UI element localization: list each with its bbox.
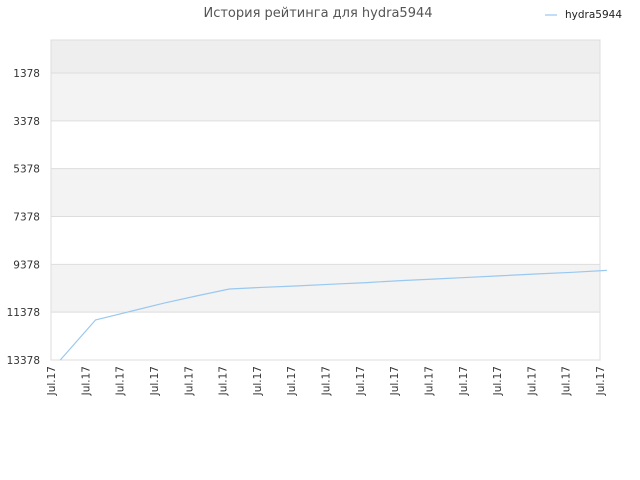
plot-band (51, 40, 600, 73)
x-tick-label: Jul.17 (252, 366, 264, 396)
y-tick-label: 1378 (13, 68, 40, 80)
y-tick-label: 3378 (13, 116, 40, 128)
legend-label: hydra5944 (565, 9, 622, 21)
plot-band (51, 264, 600, 313)
x-tick-label: Jul.17 (458, 366, 470, 396)
x-axis-ticks: Jul.17 Jul.17 Jul.17 Jul.17 Jul.17 Jul.17 Jul.… (46, 366, 607, 396)
x-tick-label: Jul.17 (595, 366, 607, 396)
x-tick-label: Jul.17 (561, 366, 573, 396)
plot-band (51, 73, 600, 121)
x-tick-label: Jul.17 (218, 366, 230, 396)
y-tick-label: 9378 (13, 259, 40, 271)
rating-history-chart: История рейтинга для hydra5944 hydra5944… (7, 6, 623, 396)
plot-band (51, 168, 600, 217)
y-tick-label: 5378 (13, 164, 40, 176)
x-tick-label: Jul.17 (183, 366, 195, 396)
y-tick-label: 13378 (7, 355, 40, 367)
x-tick-label: Jul.17 (149, 366, 161, 396)
x-tick-label: Jul.17 (46, 366, 58, 396)
x-tick-label: Jul.17 (115, 366, 127, 396)
y-tick-label: 11378 (7, 307, 40, 319)
plot-band (51, 312, 600, 360)
x-tick-label: Jul.17 (423, 366, 435, 396)
x-tick-label: Jul.17 (321, 366, 333, 396)
x-tick-label: Jul.17 (492, 366, 504, 396)
chart-title: История рейтинга для hydra5944 (203, 6, 432, 21)
x-tick-label: Jul.17 (526, 366, 538, 396)
x-tick-label: Jul.17 (389, 366, 401, 396)
legend[interactable]: hydra5944 (545, 9, 622, 21)
x-tick-label: Jul.17 (286, 366, 298, 396)
x-tick-label: Jul.17 (80, 366, 92, 396)
plot-band (51, 120, 600, 169)
y-tick-label: 7378 (13, 212, 40, 224)
y-axis-ticks: 1378 3378 5378 7378 9378 11378 13378 (7, 68, 40, 367)
plot-band (51, 216, 600, 265)
x-tick-label: Jul.17 (355, 366, 367, 396)
